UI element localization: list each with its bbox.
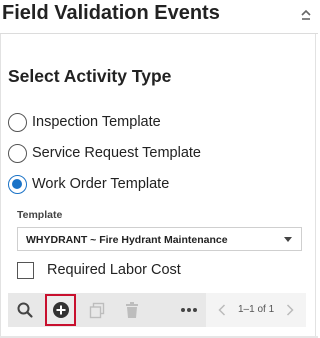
required-labor-cost-checkbox-row[interactable]: Required Labor Cost <box>17 259 181 281</box>
template-select[interactable]: WHYDRANT ~ Fire Hydrant Maintenance <box>17 227 302 251</box>
template-label: Template <box>17 209 63 221</box>
panel-header: Field Validation Events <box>0 0 318 34</box>
more-icon[interactable] <box>174 293 204 327</box>
collapse-icon[interactable] <box>300 9 312 23</box>
pager: 1–1 of 1 <box>206 293 306 327</box>
next-page-icon[interactable] <box>278 293 302 327</box>
add-button[interactable] <box>45 294 76 326</box>
radio-button-selected[interactable] <box>8 174 27 194</box>
radio-service-request-template[interactable]: Service Request Template <box>8 142 201 164</box>
panel-title: Field Validation Events <box>2 2 220 24</box>
field-validation-events-panel: Field Validation Events Select Activity … <box>0 0 318 338</box>
radio-inspection-template[interactable]: Inspection Template <box>8 111 161 133</box>
checkbox-label: Required Labor Cost <box>47 262 181 278</box>
copy-icon[interactable] <box>82 293 112 327</box>
caret-down-icon <box>284 237 292 242</box>
required-labor-cost-checkbox[interactable] <box>17 261 34 279</box>
radio-button[interactable] <box>8 112 27 132</box>
radio-label: Work Order Template <box>32 176 170 192</box>
radio-label: Inspection Template <box>32 114 161 130</box>
template-select-value: WHYDRANT ~ Fire Hydrant Maintenance <box>26 234 228 246</box>
radio-work-order-template[interactable]: Work Order Template <box>8 173 169 195</box>
grid-toolbar <box>8 293 206 327</box>
radio-button[interactable] <box>8 143 27 163</box>
search-icon[interactable] <box>10 293 40 327</box>
radio-label: Service Request Template <box>32 145 201 161</box>
add-circle-icon <box>52 302 69 318</box>
section-title: Select Activity Type <box>8 66 172 86</box>
pager-count: 1–1 of 1 <box>238 304 275 315</box>
trash-icon[interactable] <box>117 293 147 327</box>
previous-page-icon[interactable] <box>210 293 234 327</box>
